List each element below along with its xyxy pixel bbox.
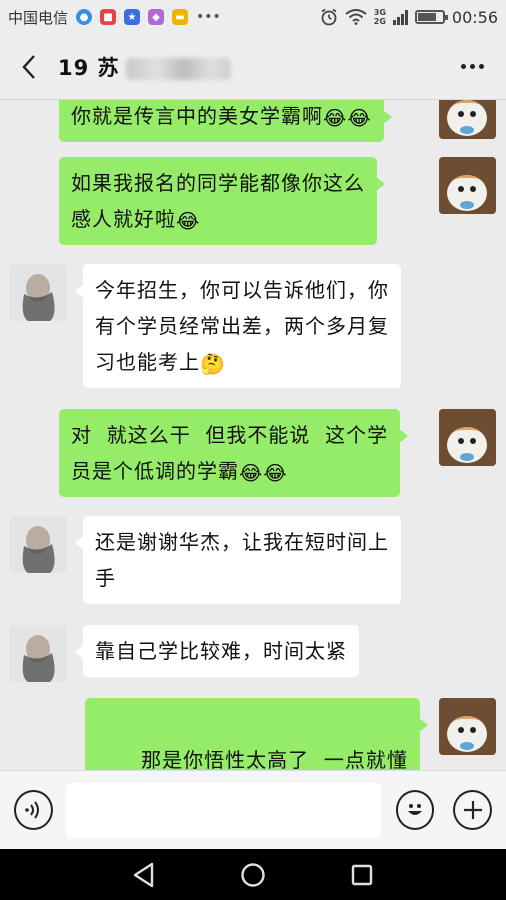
voice-icon xyxy=(25,801,40,819)
message-item: 如果我报名的同学能都像你这么 感人就好啦😂 xyxy=(59,157,385,245)
message-text-line: 对 就这么干 但我不能说 这个学 xyxy=(71,423,389,447)
signal-strength-icon xyxy=(392,9,408,25)
more-notifications-icon: ••• xyxy=(196,9,221,25)
message-bubble[interactable]: 靠自己学比较难，时间太紧 xyxy=(75,625,359,677)
cat-avatar-icon xyxy=(439,409,496,466)
message-item: 还是谢谢华杰，让我在短时间上 手 xyxy=(75,516,401,604)
message-item: 你就是传言中的美女学霸啊😂😂 xyxy=(59,100,392,142)
message-input[interactable] xyxy=(65,782,381,838)
message-text-line: 有个学员经常出差，两个多月复 xyxy=(95,314,389,338)
chat-title-text: 19 苏 xyxy=(58,55,120,80)
message-text-line: 今年招生，你可以告诉他们，你 xyxy=(95,278,389,302)
more-functions-button[interactable] xyxy=(453,790,493,830)
message-bubble[interactable]: 你就是传言中的美女学霸啊😂😂 xyxy=(59,100,392,142)
message-text-line: 员是个低调的学霸 xyxy=(71,459,239,483)
message-bubble[interactable]: 还是谢谢华杰，让我在短时间上 手 xyxy=(75,516,401,604)
app-notification-icon: ★ xyxy=(124,9,141,25)
more-dots-icon xyxy=(478,64,484,69)
plus-icon xyxy=(463,801,482,819)
system-back-button[interactable] xyxy=(124,855,164,895)
message-text: 靠自己学比较难，时间太紧 xyxy=(95,639,347,663)
message-list[interactable]: 你就是传言中的美女学霸啊😂😂 如果我报名的同学能都像你这么 感人就好啦😂 今年招… xyxy=(0,100,506,770)
avatar[interactable] xyxy=(10,625,67,682)
message-item: 对 就这么干 但我不能说 这个学 员是个低调的学霸😂😂 xyxy=(59,409,409,497)
message-item: 那是你悟性太高了 一点就懂 xyxy=(85,698,428,770)
network-type-label: 2G xyxy=(373,17,386,26)
message-bubble[interactable]: 今年招生，你可以告诉他们，你 有个学员经常出差，两个多月复 习也能考上🤔 xyxy=(75,264,401,388)
contact-avatar-icon xyxy=(10,516,67,573)
chat-notification-icon: ▬ xyxy=(172,9,189,25)
contact-avatar-icon xyxy=(10,264,67,321)
input-bar xyxy=(0,770,506,849)
avatar[interactable] xyxy=(439,409,496,466)
app-notification-icon: ● xyxy=(76,9,93,25)
cat-avatar-icon xyxy=(439,100,496,139)
system-home-button[interactable] xyxy=(233,855,273,895)
message-item: 今年招生，你可以告诉他们，你 有个学员经常出差，两个多月复 习也能考上🤔 xyxy=(75,264,401,388)
back-button[interactable] xyxy=(14,47,44,87)
voice-button[interactable] xyxy=(14,790,53,830)
message-text-line: 还是谢谢华杰，让我在短时间上 xyxy=(95,530,389,554)
carrier-name: 中国电信 xyxy=(8,8,69,27)
home-circle-icon xyxy=(241,862,265,887)
message-text-line: 手 xyxy=(95,566,116,590)
message-notification-icon: ■ xyxy=(100,9,117,25)
message-text: 你就是传言中的美女学霸啊 xyxy=(71,104,323,128)
system-nav-bar xyxy=(0,849,506,900)
alarm-icon xyxy=(321,8,337,26)
message-bubble[interactable]: 那是你悟性太高了 一点就懂 xyxy=(85,698,428,770)
avatar[interactable] xyxy=(10,516,67,573)
gallery-notification-icon: ◆ xyxy=(148,9,165,25)
chat-header: 19 苏 xyxy=(0,34,506,100)
blurred-name xyxy=(125,57,231,80)
smiley-icon xyxy=(408,804,422,815)
emoji: 😂😂 xyxy=(323,106,372,130)
cat-avatar-icon xyxy=(439,157,496,214)
emoji: 🤔 xyxy=(200,352,226,376)
avatar[interactable] xyxy=(439,698,496,755)
message-text-line: 习也能考上 xyxy=(95,350,200,374)
contact-avatar-icon xyxy=(10,625,67,682)
recents-square-icon xyxy=(351,864,372,885)
message-bubble[interactable]: 如果我报名的同学能都像你这么 感人就好啦😂 xyxy=(59,157,385,245)
message-text-line: 如果我报名的同学能都像你这么 xyxy=(71,171,365,195)
chevron-left-icon xyxy=(22,54,35,79)
cat-avatar-icon xyxy=(439,698,496,755)
status-bar: 中国电信 ● ■ ★ ◆ ▬ ••• 3G 2G 00:56 xyxy=(0,0,506,34)
chat-title: 19 苏 xyxy=(58,52,231,82)
system-recents-button[interactable] xyxy=(342,855,382,895)
back-triangle-icon xyxy=(134,862,154,887)
network-type-label: 3G xyxy=(373,8,386,17)
message-text: 那是你悟性太高了 一点就懂 xyxy=(141,748,408,770)
avatar[interactable] xyxy=(439,100,496,139)
emoji: 😂 xyxy=(176,209,201,233)
emoji: 😂😂 xyxy=(239,461,288,485)
avatar[interactable] xyxy=(439,157,496,214)
message-text-line: 感人就好啦 xyxy=(71,207,176,231)
message-bubble[interactable]: 对 就这么干 但我不能说 这个学 员是个低调的学霸😂😂 xyxy=(59,409,409,497)
battery-icon xyxy=(414,10,448,24)
more-dots-icon xyxy=(460,64,466,69)
avatar[interactable] xyxy=(10,264,67,321)
more-button[interactable] xyxy=(452,47,492,87)
more-dots-icon xyxy=(469,64,475,69)
emoji-button[interactable] xyxy=(395,790,435,830)
clock: 00:56 xyxy=(451,7,498,27)
wifi-icon xyxy=(345,9,367,25)
message-item: 靠自己学比较难，时间太紧 xyxy=(75,625,359,677)
